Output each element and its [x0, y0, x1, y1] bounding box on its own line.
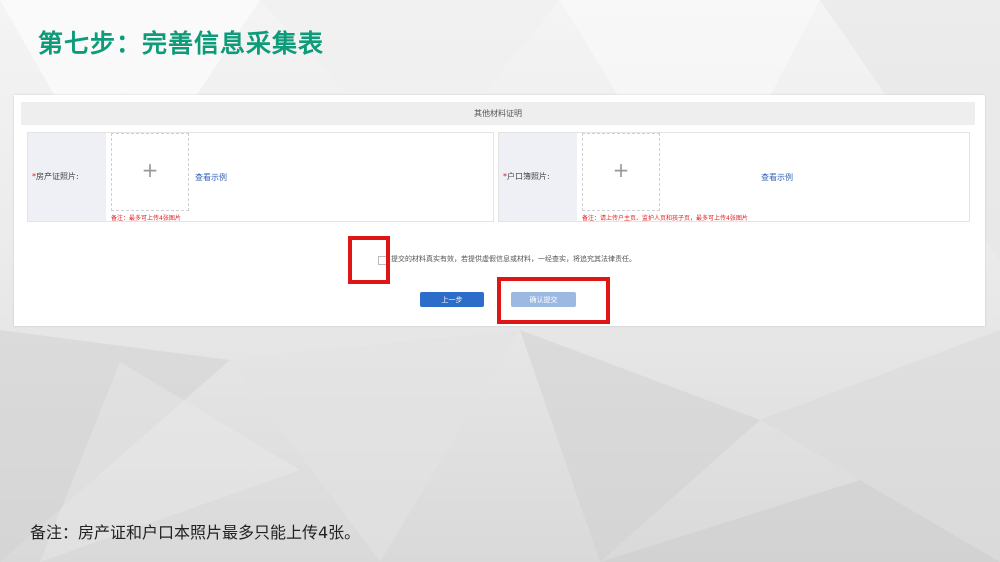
household-register-field: *户口簿照片: + 查看示例 备注：请上传户主页、监护人页和孩子页，最多可上传4… — [498, 132, 970, 222]
household-register-label: *户口簿照片: — [499, 133, 577, 221]
checkbox-highlight — [348, 236, 390, 284]
household-register-view-example-link[interactable]: 查看示例 — [761, 172, 793, 183]
property-cert-upload[interactable]: + — [111, 133, 189, 211]
section-header: 其他材料证明 — [21, 102, 975, 125]
property-cert-field: *房产证照片: + 查看示例 备注：最多可上传4张图片 — [27, 132, 494, 222]
property-cert-view-example-link[interactable]: 查看示例 — [195, 172, 227, 183]
slide-footnote: 备注：房产证和户口本照片最多只能上传4张。 — [30, 523, 361, 542]
plus-icon: + — [141, 158, 159, 182]
property-cert-remark: 备注：最多可上传4张图片 — [111, 215, 181, 222]
submit-button-highlight — [497, 277, 610, 324]
plus-icon: + — [612, 158, 630, 182]
property-cert-label: *房产证照片: — [28, 133, 106, 221]
household-register-upload[interactable]: + — [582, 133, 660, 211]
prev-step-button[interactable]: 上一步 — [420, 292, 484, 307]
slide-title: 第七步：完善信息采集表 — [38, 29, 325, 58]
agreement-text: 提交的材料真实有效，若提供虚假信息或材料，一经查实，将追究其法律责任。 — [391, 255, 636, 263]
household-register-remark: 备注：请上传户主页、监护人页和孩子页，最多可上传4张图片 — [582, 215, 748, 222]
